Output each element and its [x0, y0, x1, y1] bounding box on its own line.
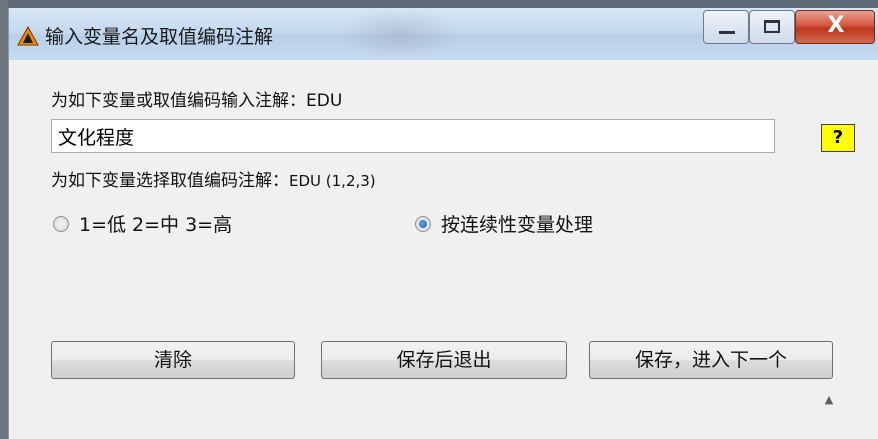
app-icon	[17, 26, 39, 46]
window-title: 输入变量名及取值编码注解	[45, 26, 274, 48]
minimize-icon	[719, 31, 735, 34]
coding-prompt-text: 为如下变量选择取值编码注解：	[51, 171, 289, 191]
save-exit-button[interactable]: 保存后退出	[321, 341, 567, 379]
minimize-button[interactable]	[703, 10, 749, 44]
annotation-prompt: 为如下变量或取值编码输入注解：EDU	[51, 86, 342, 111]
maximize-icon	[764, 20, 780, 33]
dialog-window: 输入变量名及取值编码注解 X 为如下变量或取值编码输入注解：EDU ? 为如下变…	[8, 8, 878, 439]
help-button[interactable]: ?	[821, 124, 855, 152]
radio-selected-dot	[419, 220, 427, 228]
radio-code-option[interactable]	[53, 216, 69, 232]
radio-continuous-option[interactable]	[415, 216, 431, 232]
annotation-prompt-text: 为如下变量或取值编码输入注解：	[51, 91, 306, 111]
clear-button[interactable]: 清除	[51, 341, 295, 379]
maximize-button[interactable]	[749, 10, 795, 44]
radio-code-option-label[interactable]: 1=低 2=中 3=高	[79, 210, 232, 237]
desktop-backdrop-left	[0, 0, 8, 439]
annotation-variable: EDU	[306, 91, 343, 111]
scroll-up-icon[interactable]: ▲	[821, 392, 837, 408]
coding-variable-codes: EDU (1,2,3)	[289, 172, 376, 190]
close-icon: X	[827, 13, 845, 38]
title-bar[interactable]: 输入变量名及取值编码注解 X	[9, 8, 878, 60]
annotation-input[interactable]	[51, 119, 775, 153]
coding-prompt: 为如下变量选择取值编码注解：EDU (1,2,3)	[51, 166, 376, 191]
desktop-backdrop-top	[0, 0, 878, 8]
close-button[interactable]: X	[795, 10, 875, 44]
radio-continuous-option-label[interactable]: 按连续性变量处理	[441, 210, 593, 237]
save-next-button[interactable]: 保存，进入下一个	[589, 341, 833, 379]
